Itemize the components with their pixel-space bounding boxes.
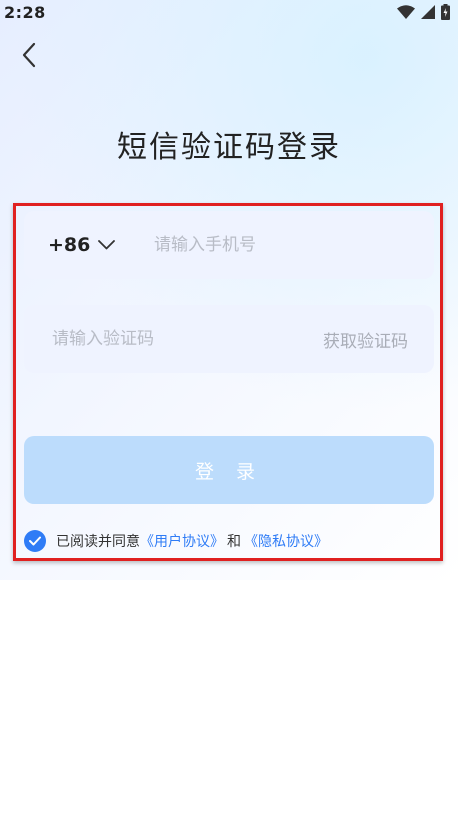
highlight-box xyxy=(13,203,443,561)
back-button[interactable] xyxy=(12,38,46,72)
status-icons xyxy=(397,4,450,20)
chevron-left-icon xyxy=(22,42,36,68)
status-time: 2:28 xyxy=(4,2,46,22)
login-page: 2:28 短信验证码登录 +86 请输入手机号 请输入验证码 获取验证码 登 录… xyxy=(0,0,458,820)
battery-icon xyxy=(441,4,450,20)
page-title: 短信验证码登录 xyxy=(117,130,341,165)
status-bar: 2:28 xyxy=(0,0,458,24)
wifi-icon xyxy=(397,5,415,19)
signal-icon xyxy=(421,5,435,19)
